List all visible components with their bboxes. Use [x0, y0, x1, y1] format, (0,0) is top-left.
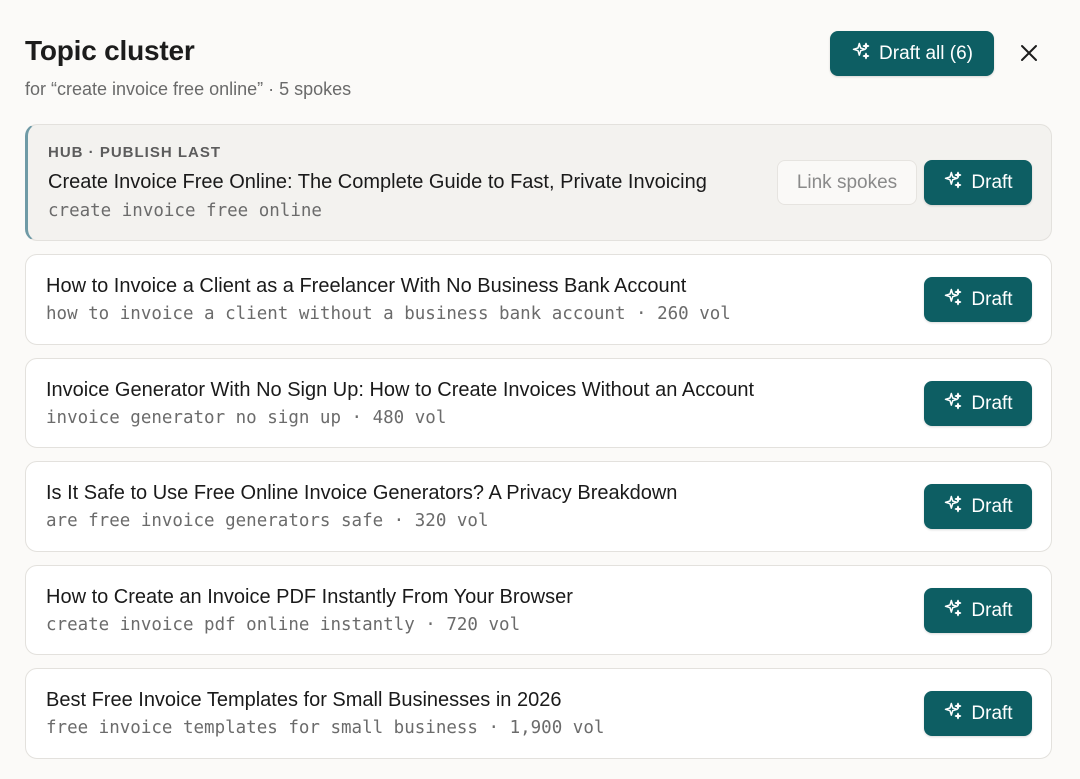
close-button[interactable]	[1012, 36, 1046, 70]
spoke-card: Best Free Invoice Templates for Small Bu…	[25, 668, 1052, 759]
sparkles-icon	[943, 391, 963, 417]
spoke-draft-button[interactable]: Draft	[924, 588, 1032, 633]
spoke-title: Invoice Generator With No Sign Up: How t…	[46, 379, 755, 401]
draft-label: Draft	[971, 599, 1013, 621]
hub-draft-button[interactable]: Draft	[924, 160, 1032, 205]
spoke-title: How to Create an Invoice PDF Instantly F…	[46, 586, 573, 608]
spoke-draft-button[interactable]: Draft	[924, 381, 1032, 426]
sparkles-icon	[851, 41, 871, 67]
spoke-card: Is It Safe to Use Free Online Invoice Ge…	[25, 461, 1052, 552]
spoke-draft-button[interactable]: Draft	[924, 691, 1032, 736]
spoke-card: How to Create an Invoice PDF Instantly F…	[25, 565, 1052, 655]
spoke-keyword: create invoice pdf online instantly · 72…	[46, 615, 521, 635]
sparkles-icon	[943, 170, 963, 196]
page-title: Topic cluster	[25, 35, 195, 66]
page-subtitle: for “create invoice free online” · 5 spo…	[25, 79, 352, 99]
close-icon	[1021, 45, 1037, 61]
sparkles-icon	[943, 701, 963, 727]
spoke-keyword: how to invoice a client without a busine…	[46, 304, 731, 324]
spoke-keyword: free invoice templates for small busines…	[46, 718, 605, 738]
header: Topic cluster for “create invoice free o…	[25, 32, 351, 100]
draft-label: Draft	[971, 171, 1013, 193]
spoke-card: Invoice Generator With No Sign Up: How t…	[25, 358, 1052, 448]
draft-all-button[interactable]: Draft all (6)	[830, 31, 994, 76]
sparkles-icon	[943, 287, 963, 313]
hub-card: HUB · PUBLISH LAST Create Invoice Free O…	[25, 124, 1052, 241]
spoke-title: Is It Safe to Use Free Online Invoice Ge…	[46, 482, 678, 504]
spoke-title: Best Free Invoice Templates for Small Bu…	[46, 689, 562, 711]
sparkles-icon	[943, 494, 963, 520]
hub-eyebrow: HUB · PUBLISH LAST	[48, 144, 221, 161]
draft-all-label: Draft all (6)	[879, 42, 973, 64]
draft-label: Draft	[971, 702, 1013, 724]
spoke-keyword: invoice generator no sign up · 480 vol	[46, 408, 447, 428]
link-spokes-button[interactable]: Link spokes	[777, 160, 917, 205]
hub-title: Create Invoice Free Online: The Complete…	[48, 171, 707, 193]
spoke-draft-button[interactable]: Draft	[924, 484, 1032, 529]
spoke-card: How to Invoice a Client as a Freelancer …	[25, 254, 1052, 345]
draft-label: Draft	[971, 495, 1013, 517]
spoke-draft-button[interactable]: Draft	[924, 277, 1032, 322]
draft-label: Draft	[971, 288, 1013, 310]
draft-label: Draft	[971, 392, 1013, 414]
hub-keyword: create invoice free online	[48, 201, 322, 221]
spoke-keyword: are free invoice generators safe · 320 v…	[46, 511, 489, 531]
spoke-title: How to Invoice a Client as a Freelancer …	[46, 275, 687, 297]
sparkles-icon	[943, 598, 963, 624]
